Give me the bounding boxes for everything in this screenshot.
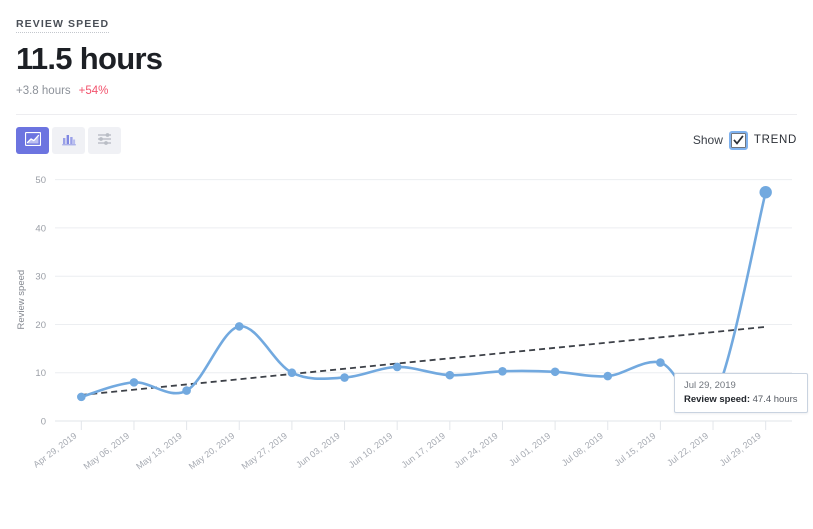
y-axis-title: Review speed	[16, 269, 27, 329]
tooltip-metric-value: 47.4 hours	[752, 393, 798, 405]
chart-container[interactable]: 0 10 20 30 40 50 Review speed Apr 29, 2019 May 0…	[0, 162, 813, 522]
data-point[interactable]	[498, 366, 507, 376]
chart-type-area-button[interactable]	[16, 126, 49, 154]
data-point[interactable]	[392, 362, 402, 371]
chart-settings-button[interactable]	[88, 126, 121, 154]
check-icon	[733, 134, 744, 145]
data-point[interactable]	[234, 321, 244, 331]
line-chart[interactable]: 0 10 20 30 40 50 Review speed Apr 29, 2019 May 0…	[0, 162, 813, 522]
show-label: Show	[692, 133, 723, 148]
settings-sliders-icon	[96, 132, 113, 149]
data-point[interactable]	[445, 370, 455, 379]
data-point[interactable]	[77, 392, 86, 401]
chart-tooltip: Jul 29, 2019 Review speed: 47.4 hours	[674, 372, 808, 413]
x-axis-tick-label: Jun 10, 2019	[347, 430, 395, 469]
data-point[interactable]	[340, 372, 349, 382]
x-axis-tick-label: May 20, 2019	[187, 430, 237, 471]
series-line	[80, 190, 767, 409]
x-axis-tick-label: Jul 01, 2019	[507, 430, 552, 468]
data-point[interactable]	[550, 367, 560, 376]
x-axis-tick-label: May 13, 2019	[134, 430, 184, 471]
trend-checkbox[interactable]	[728, 130, 748, 150]
data-point[interactable]	[656, 357, 665, 367]
tooltip-date: Jul 29, 2019	[684, 379, 736, 391]
chart-toolbar: Show TREND	[0, 115, 813, 154]
y-axis-tick-label: 40	[35, 223, 46, 234]
x-axis-tick-label: Jun 24, 2019	[452, 430, 500, 469]
x-axis-tick-label: Apr 29, 2019	[31, 430, 78, 469]
metric-delta: +3.8 hours +54%	[16, 85, 797, 97]
data-point[interactable]	[287, 367, 297, 377]
bar-chart-icon	[61, 132, 77, 149]
delta-percent: +54%	[78, 84, 109, 97]
y-axis-tick-label: 0	[41, 416, 46, 427]
x-axis-tick-label: Jul 15, 2019	[612, 430, 657, 468]
metric-label[interactable]: REVIEW SPEED	[16, 18, 110, 33]
y-axis-tick-label: 10	[35, 368, 46, 379]
delta-absolute: +3.8 hours	[16, 84, 71, 97]
area-chart-icon	[24, 131, 41, 149]
tooltip-metric: Review speed: 47.4 hours	[684, 394, 798, 405]
y-axis-tick-label: 30	[35, 271, 46, 282]
data-point[interactable]	[603, 371, 613, 380]
tooltip-metric-name: Review speed:	[684, 393, 750, 405]
checkbox-box	[730, 132, 746, 148]
trend-label: TREND	[753, 134, 797, 147]
metric-header: REVIEW SPEED 11.5 hours +3.8 hours +54%	[0, 0, 813, 115]
x-axis-tick-label: Jun 03, 2019	[294, 430, 342, 469]
x-axis-tick-label: May 06, 2019	[82, 430, 132, 471]
data-point[interactable]	[129, 377, 139, 387]
show-trend-control: Show TREND	[692, 130, 797, 150]
chart-type-group	[16, 126, 121, 154]
metric-value: 11.5 hours	[16, 41, 163, 76]
y-axis-tick-label: 50	[35, 175, 46, 186]
x-axis-tick-label: Jun 17, 2019	[399, 430, 447, 469]
data-point-highlighted[interactable]	[759, 185, 772, 198]
x-axis-tick-label: Jul 08, 2019	[560, 430, 605, 468]
x-axis-tick-label: Jul 29, 2019	[718, 430, 763, 468]
chart-type-bar-button[interactable]	[52, 126, 85, 154]
x-axis-tick-label: May 27, 2019	[240, 430, 290, 471]
x-axis-tick-label: Jul 22, 2019	[665, 430, 710, 468]
y-axis-tick-label: 20	[35, 320, 46, 331]
data-point[interactable]	[182, 385, 191, 395]
